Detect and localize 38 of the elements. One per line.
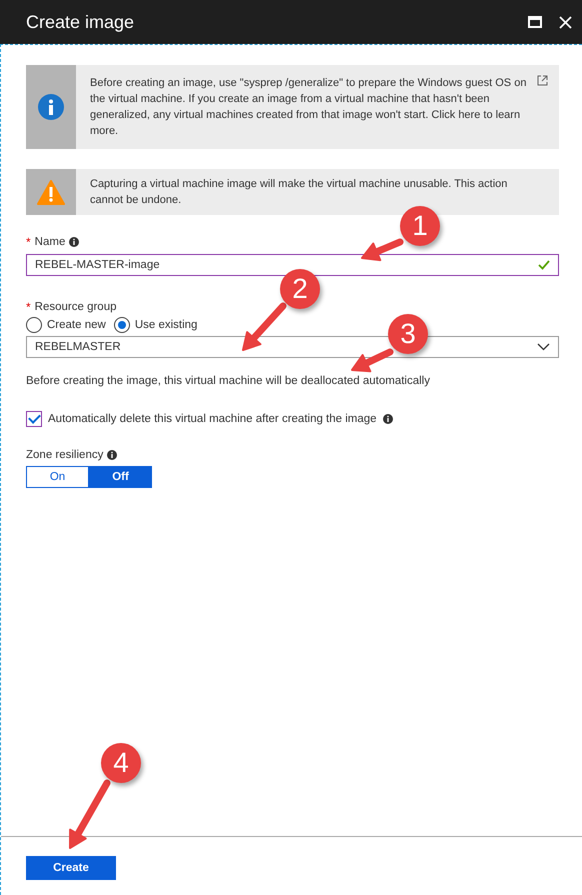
field-label: Name [34,236,66,248]
notice-text: Capturing a virtual machine image will make the virtual machine unusable. This action cannot be undone. [90,177,508,208]
info-icon [107,450,118,460]
chevron-down-icon [537,343,550,351]
maximize-icon[interactable] [528,16,542,28]
callout-arrow [242,302,286,351]
callout-number: 2 [280,269,320,309]
toggle-option[interactable]: On [26,466,89,488]
checkbox[interactable] [26,411,42,427]
callout-arrow [361,238,404,262]
window-title: Create image [26,12,134,32]
checkbox-label: Automatically delete this virtual machine after creating the image [48,413,377,425]
name-input-field[interactable]: REBEL-MASTER-image [26,254,559,276]
radio-button[interactable] [26,317,42,333]
close-icon[interactable] [559,16,572,28]
callout-arrow [69,780,110,849]
callout-number: 1 [400,206,440,246]
info-icon [38,94,64,120]
toggle-option[interactable]: Off [89,466,152,488]
field-label: Resource group [34,301,116,313]
note-text: Before creating the image, this virtual machine will be deallocated automatically [26,375,431,387]
callout-number: 4 [101,743,141,783]
external-link-icon[interactable] [537,75,548,86]
radio-option[interactable]: Use existing [114,317,198,333]
required-mark: * [26,235,31,249]
radio-option[interactable]: Create new [26,317,106,333]
field-value: REBEL-MASTER-image [35,259,160,271]
radio-button[interactable] [114,317,130,333]
callout-number: 3 [388,314,428,354]
field-value: REBELMASTER [35,341,121,353]
callout-arrow [351,348,394,372]
notice-text: Before creating an image, use "sysprep /generalize" to prepare the Windows guest OS on the virtual machine. If you create an image from a virtual machine that hasn't been generalized, any virtual machines created from that image won't start. Click here to learn more. [90,76,528,139]
warning-icon [37,180,65,204]
required-mark: * [26,300,31,314]
field-label: Zone resiliency [26,449,104,461]
info-icon [382,414,393,424]
create-button[interactable]: Create [26,856,116,880]
info-icon [69,237,80,247]
